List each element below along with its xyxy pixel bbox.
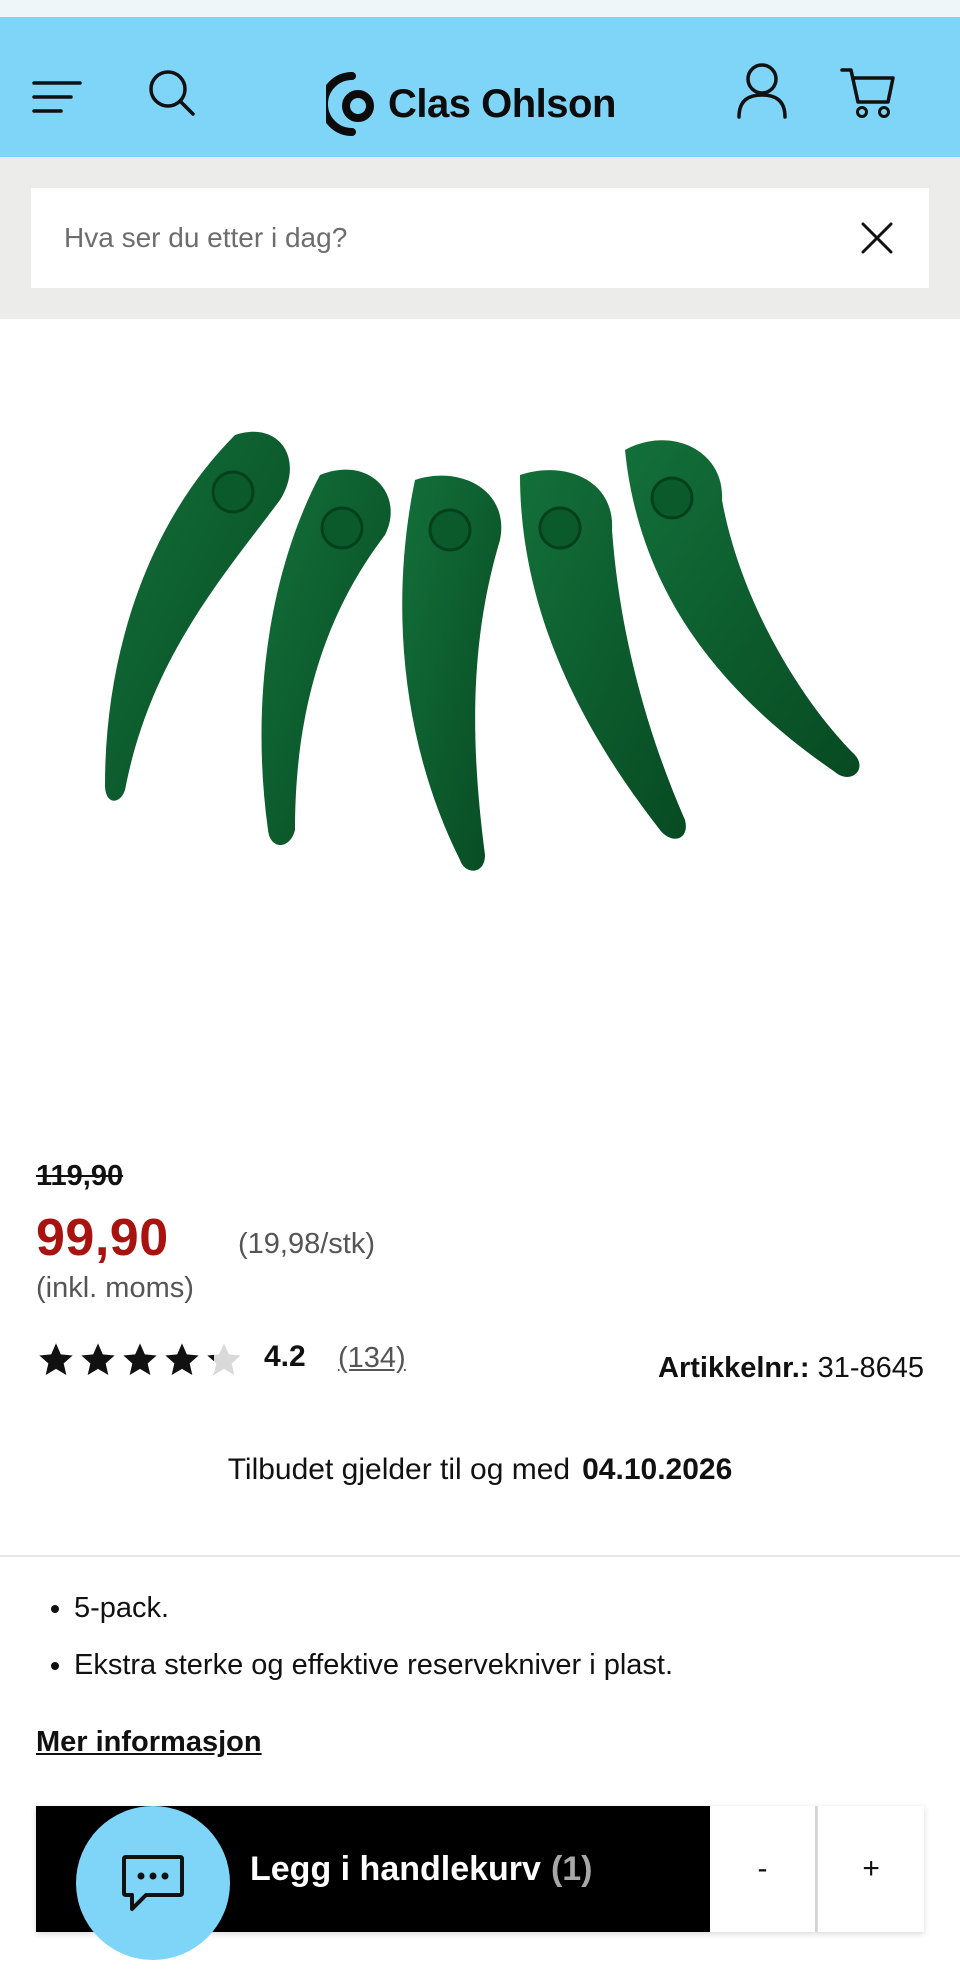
brand-logo[interactable]: Clas Ohlson (326, 69, 616, 139)
brand-name: Clas Ohlson (388, 81, 616, 126)
account-icon[interactable] (732, 57, 792, 123)
search-icon[interactable] (142, 63, 202, 123)
close-icon[interactable] (855, 216, 899, 260)
offer-date: 04.10.2026 (582, 1453, 733, 1486)
star-icon (36, 1340, 76, 1385)
article-value: 31-8645 (817, 1352, 924, 1384)
offer-text: Tilbudet gjelder til og med (227, 1453, 571, 1486)
star-icon (162, 1340, 202, 1385)
star-icon (120, 1340, 160, 1385)
old-price: 119,90 (36, 1160, 124, 1192)
review-count-link[interactable]: (134) (338, 1342, 406, 1375)
divider (0, 1555, 960, 1557)
decrease-quantity-button[interactable]: - (709, 1806, 818, 1932)
chat-icon (122, 1855, 184, 1911)
list-item: Ekstra sterke og effektive reservekniver… (74, 1649, 673, 1681)
cart-quantity: (1) (550, 1849, 593, 1888)
blade-5 (625, 440, 860, 777)
offer-validity: Tilbudet gjelder til og med 04.10.2026 (0, 1453, 960, 1487)
cart-icon[interactable] (838, 61, 898, 123)
status-strip (0, 0, 960, 17)
menu-icon[interactable] (28, 69, 86, 125)
search-box (31, 188, 929, 288)
star-icon (78, 1340, 118, 1385)
partial-star-icon (204, 1340, 244, 1385)
brand-mark-icon (326, 72, 374, 136)
list-item: 5-pack. (74, 1592, 673, 1624)
more-info-link[interactable]: Mer informasjon (36, 1726, 262, 1759)
rating-value: 4.2 (264, 1340, 306, 1373)
search-input[interactable] (31, 221, 826, 255)
chat-button[interactable] (76, 1806, 230, 1960)
trimmer-blades-image[interactable] (0, 400, 960, 900)
increase-quantity-button[interactable]: + (817, 1806, 924, 1932)
feature-list: 5-pack. Ekstra sterke og effektive reser… (36, 1592, 673, 1706)
article-label: Artikkelnr.: (658, 1352, 810, 1384)
blade-3 (402, 475, 502, 871)
site-header: Clas Ohlson (0, 17, 960, 157)
unit-price: (19,98/stk) (238, 1228, 375, 1260)
blade-2 (261, 469, 391, 845)
article-number: Artikkelnr.: 31-8645 (658, 1352, 924, 1385)
rating-stars[interactable] (36, 1340, 244, 1385)
vat-note: (inkl. moms) (36, 1272, 194, 1304)
current-price: 99,90 (36, 1209, 169, 1267)
add-to-cart-label: Legg i handlekurv (250, 1849, 541, 1888)
